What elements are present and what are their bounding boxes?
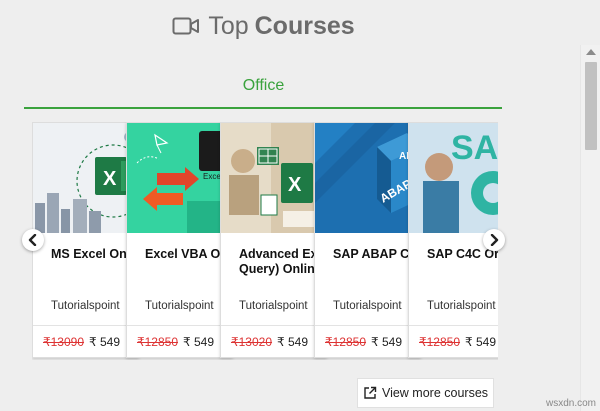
course-card-ms-excel[interactable]: X MS Excel On Tutorialspoint ₹13090 ₹ 549 <box>32 122 139 358</box>
svg-text:X: X <box>288 174 302 196</box>
course-price: ₹12850 ₹ 549 <box>419 335 496 349</box>
card-divider <box>221 325 326 326</box>
course-card-advanced-excel[interactable]: X Advanced Ex Query) Onlin Tutorialspoin… <box>220 122 327 358</box>
page-scrollbar[interactable] <box>580 45 600 411</box>
course-author: Tutorialspoint <box>333 300 402 312</box>
external-link-icon <box>364 386 377 399</box>
new-price: ₹ 549 <box>277 335 309 349</box>
section-header: Top Courses <box>0 8 527 44</box>
course-author: Tutorialspoint <box>239 300 308 312</box>
new-price: ₹ 549 <box>89 335 121 349</box>
scrollbar-thumb[interactable] <box>585 62 597 150</box>
old-price: ₹13020 <box>231 335 273 349</box>
course-thumbnail: X <box>221 123 326 233</box>
old-price: ₹12850 <box>325 335 367 349</box>
chevron-right-icon <box>490 234 499 246</box>
course-title-line1: Advanced Ex <box>239 247 318 261</box>
course-price: ₹12850 ₹ 549 <box>325 335 402 349</box>
scroll-up-arrow[interactable] <box>586 49 596 55</box>
chevron-left-icon <box>28 234 37 246</box>
course-thumbnail: ABAP AB <box>315 123 420 233</box>
view-more-courses-button[interactable]: View more courses <box>357 378 494 408</box>
old-price: ₹13090 <box>43 335 85 349</box>
svg-text:Exce: Exce <box>203 172 221 181</box>
header-title-light: Top <box>208 11 249 40</box>
card-divider <box>33 325 138 326</box>
course-thumbnail: SA <box>409 123 498 233</box>
old-price: ₹12850 <box>419 335 461 349</box>
new-price: ₹ 549 <box>183 335 215 349</box>
course-carousel: X MS Excel On Tutorialspoint ₹13090 ₹ 549… <box>32 122 498 360</box>
header-title-bold: Courses <box>254 11 355 40</box>
course-price: ₹13090 ₹ 549 <box>43 335 120 349</box>
carousel-prev-button[interactable] <box>22 229 44 251</box>
view-more-courses-label: View more courses <box>381 386 489 400</box>
course-card-sap-abap[interactable]: ABAP AB SAP ABAP C Tutorialspoint ₹12850… <box>314 122 421 358</box>
card-divider <box>315 325 420 326</box>
course-author: Tutorialspoint <box>51 300 120 312</box>
new-price: ₹ 549 <box>465 335 497 349</box>
course-author: Tutorialspoint <box>145 300 214 312</box>
course-title-line2: Query) Onlin <box>239 262 315 276</box>
svg-text:SA: SA <box>451 129 498 167</box>
course-thumbnail: Exce <box>127 123 232 233</box>
watermark: wsxdn.com <box>545 398 596 409</box>
card-divider <box>409 325 498 326</box>
svg-text:X: X <box>103 168 117 190</box>
course-thumbnail: X <box>33 123 138 233</box>
course-author: Tutorialspoint <box>427 300 496 312</box>
course-card-excel-vba[interactable]: Exce Excel VBA O Tutorialspoint ₹12850 ₹ … <box>126 122 233 358</box>
carousel-next-button[interactable] <box>483 229 505 251</box>
old-price: ₹12850 <box>137 335 179 349</box>
tab-office[interactable]: Office <box>0 77 527 95</box>
course-price: ₹12850 ₹ 549 <box>137 335 214 349</box>
card-divider <box>127 325 232 326</box>
course-price: ₹13020 ₹ 549 <box>231 335 308 349</box>
tab-underline <box>24 107 502 109</box>
new-price: ₹ 549 <box>371 335 403 349</box>
video-camera-icon <box>172 17 200 35</box>
